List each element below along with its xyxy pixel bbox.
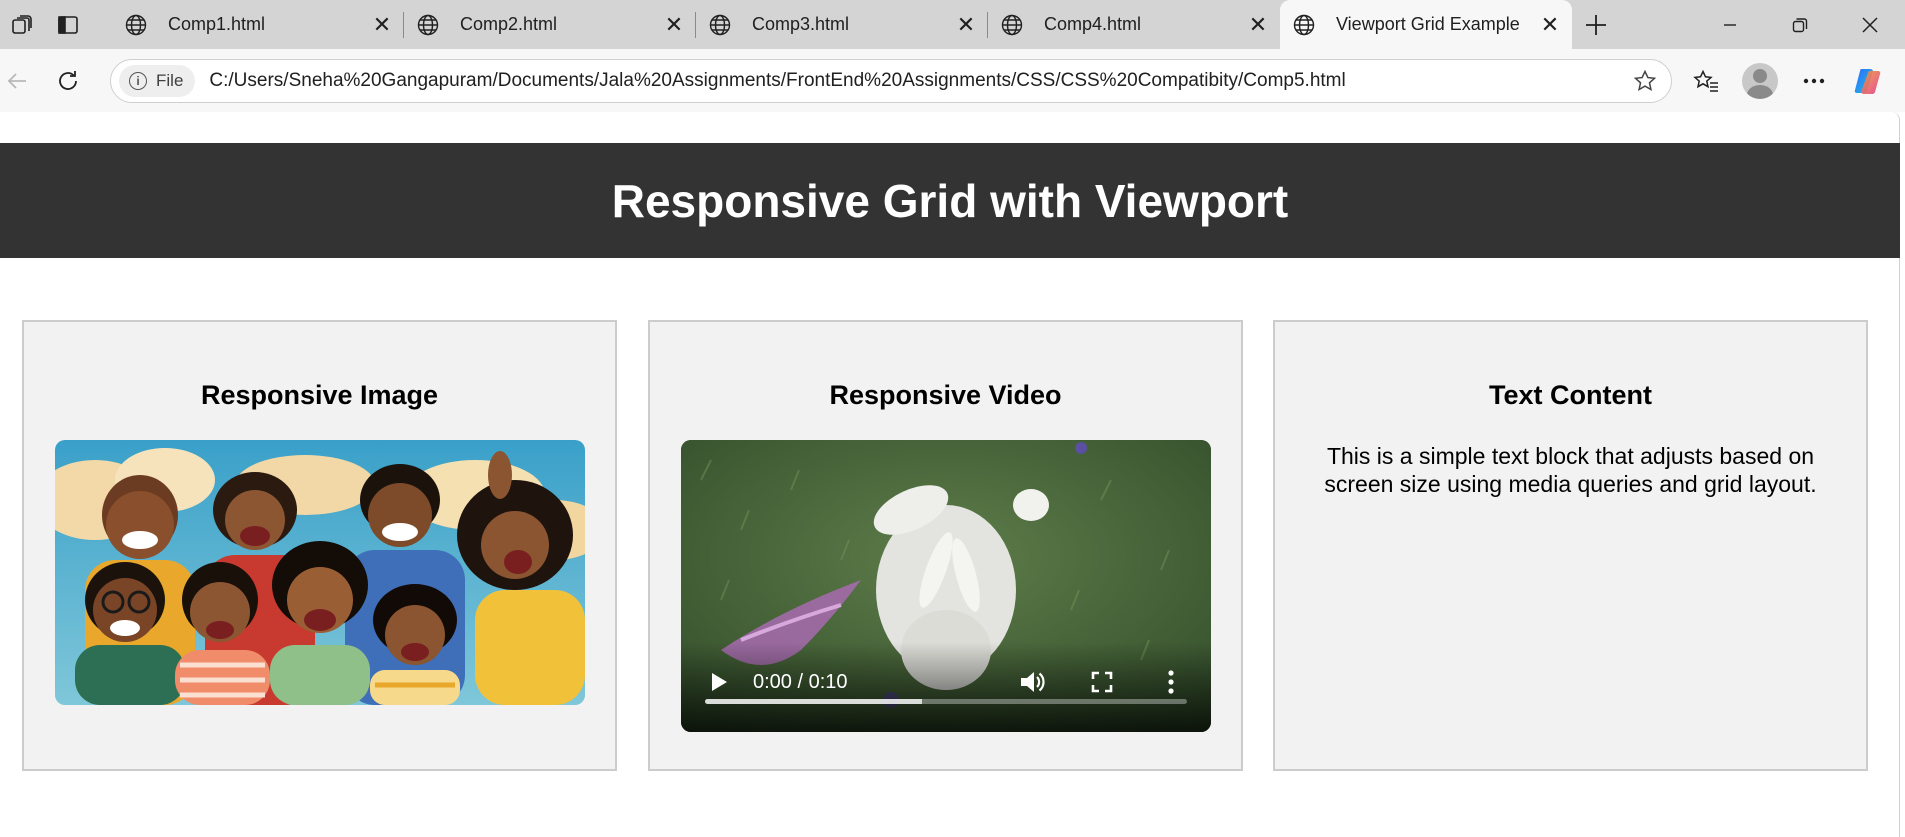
copilot-button[interactable] xyxy=(1850,63,1886,99)
fullscreen-icon[interactable] xyxy=(1091,671,1113,693)
avatar xyxy=(1742,62,1778,99)
close-icon[interactable]: ✕ xyxy=(664,12,684,37)
globe-icon xyxy=(125,14,147,35)
image-card: Responsive Image xyxy=(22,320,617,771)
restore-button[interactable] xyxy=(1765,0,1835,49)
tab-bar-left-controls xyxy=(0,0,112,49)
favorite-star-button[interactable] xyxy=(1627,69,1663,93)
globe-icon xyxy=(709,14,731,35)
video-controls-row: 0:00 / 0:10 xyxy=(681,666,1211,698)
responsive-image xyxy=(55,440,585,705)
tab-title: Comp2.html xyxy=(460,14,558,34)
card-heading: Responsive Video xyxy=(829,380,1062,410)
page-header: Responsive Grid with Viewport xyxy=(0,143,1900,258)
refresh-icon xyxy=(59,70,77,90)
close-icon[interactable]: ✕ xyxy=(372,12,392,37)
close-icon[interactable]: ✕ xyxy=(1248,12,1268,37)
video-player[interactable]: 0:00 / 0:10 xyxy=(681,440,1211,732)
video-progress-bar[interactable] xyxy=(705,699,1187,704)
play-icon[interactable] xyxy=(709,672,729,692)
address-toolbar: i File C:/Users/Sneha%20Gangapuram/Docum… xyxy=(0,49,1905,112)
info-icon: i xyxy=(129,71,147,90)
toolbar-right xyxy=(1688,62,1886,99)
close-icon xyxy=(1862,16,1878,33)
volume-icon[interactable] xyxy=(1019,669,1045,695)
close-window-button[interactable] xyxy=(1835,0,1905,49)
page-title: Responsive Grid with Viewport xyxy=(611,174,1289,227)
refresh-button[interactable] xyxy=(48,61,88,101)
card-heading: Text Content xyxy=(1489,380,1652,410)
tab-viewport-grid-example[interactable]: Viewport Grid Example ✕ xyxy=(1280,0,1572,49)
tab-comp1[interactable]: Comp1.html ✕ xyxy=(112,0,404,49)
window-controls xyxy=(1695,0,1905,49)
video-controls: 0:00 / 0:10 xyxy=(681,642,1211,732)
tab-title: Comp1.html xyxy=(168,14,266,34)
url-text[interactable]: C:/Users/Sneha%20Gangapuram/Documents/Ja… xyxy=(209,70,1627,92)
workspaces-icon[interactable] xyxy=(10,13,34,37)
globe-icon xyxy=(1293,14,1315,35)
settings-more-button[interactable] xyxy=(1796,63,1832,99)
back-arrow-icon xyxy=(7,72,26,89)
globe-icon xyxy=(417,14,439,35)
close-icon[interactable]: ✕ xyxy=(1540,12,1560,37)
video-card: Responsive Video 0:00 / 0:10 xyxy=(648,320,1243,771)
site-info-label: File xyxy=(156,70,184,90)
tab-title: Viewport Grid Example xyxy=(1336,14,1520,34)
star-icon xyxy=(1633,69,1657,91)
favorites-list-icon xyxy=(1693,69,1718,92)
back-button[interactable] xyxy=(0,61,34,101)
tab-title: Comp4.html xyxy=(1044,14,1142,34)
restore-icon xyxy=(1792,17,1808,32)
text-card: Text Content This is a simple text block… xyxy=(1273,320,1868,771)
site-info-chip[interactable]: i File xyxy=(119,64,196,97)
tab-comp3[interactable]: Comp3.html ✕ xyxy=(696,0,988,49)
more-horizontal-icon xyxy=(1803,78,1825,83)
group-of-smiling-people-illustration xyxy=(55,440,585,705)
plus-icon xyxy=(1586,14,1606,35)
text-content-body: This is a simple text block that adjusts… xyxy=(1324,443,1817,497)
new-tab-button[interactable] xyxy=(1572,0,1620,49)
page-viewport: Responsive Grid with Viewport Responsive… xyxy=(0,112,1900,837)
copilot-icon xyxy=(1854,68,1881,94)
card-heading: Responsive Image xyxy=(200,380,439,410)
tab-bar: Comp1.html ✕ Comp2.html ✕ Comp3.html ✕ C… xyxy=(0,0,1905,49)
close-icon[interactable]: ✕ xyxy=(956,12,976,37)
tab-title: Comp3.html xyxy=(752,14,850,34)
minimize-icon xyxy=(1724,23,1736,26)
globe-icon xyxy=(1001,14,1023,35)
minimize-button[interactable] xyxy=(1695,0,1765,49)
video-buffered-fill xyxy=(705,699,922,704)
tab-comp4[interactable]: Comp4.html ✕ xyxy=(988,0,1280,49)
address-bar[interactable]: i File C:/Users/Sneha%20Gangapuram/Docum… xyxy=(110,58,1672,103)
favorites-button[interactable] xyxy=(1688,63,1724,99)
tab-comp2[interactable]: Comp2.html ✕ xyxy=(404,0,696,49)
video-time: 0:00 / 0:10 xyxy=(753,671,848,693)
more-vertical-icon[interactable] xyxy=(1161,669,1181,695)
profile-button[interactable] xyxy=(1742,62,1778,99)
tab-actions-icon[interactable] xyxy=(56,13,80,37)
